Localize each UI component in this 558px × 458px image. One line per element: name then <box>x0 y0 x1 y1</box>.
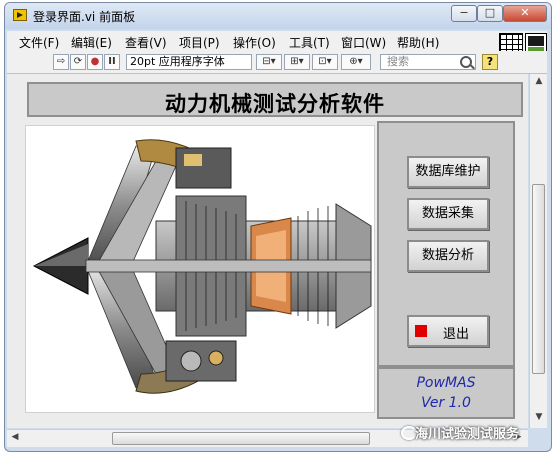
menu-help[interactable]: 帮助(H) <box>397 34 439 51</box>
align-objects-dropdown[interactable]: ⊟▾ <box>256 54 282 70</box>
engine-illustration-icon <box>32 139 372 394</box>
brand-panel: PowMAS Ver 1.0 <box>377 367 515 419</box>
vertical-scroll-thumb[interactable] <box>532 184 545 374</box>
menu-window[interactable]: 窗口(W) <box>341 34 386 51</box>
scroll-down-arrow-icon[interactable]: ▼ <box>533 412 545 424</box>
menu-file[interactable]: 文件(F) <box>19 34 59 51</box>
distribute-objects-dropdown[interactable]: ⊞▾ <box>284 54 310 70</box>
watermark-text: 海川试验测试服务 <box>415 427 520 442</box>
search-icon[interactable] <box>460 56 472 68</box>
vertical-scrollbar[interactable]: ▲ ▼ <box>529 74 547 428</box>
exit-label: 退出 <box>443 327 470 342</box>
run-continuously-button[interactable]: ⟳ <box>70 54 86 70</box>
menu-operate[interactable]: 操作(O) <box>233 34 276 51</box>
app-title: 动力机械测试分析软件 <box>165 92 385 116</box>
menu-tools[interactable]: 工具(T) <box>289 34 330 51</box>
menu-bar: 文件(F) 编辑(E) 查看(V) 项目(P) 操作(O) 工具(T) 窗口(W… <box>7 31 547 51</box>
title-bar[interactable]: 登录界面.vi 前面板 − □ ✕ <box>5 3 551 29</box>
turbofan-engine-image <box>25 125 375 413</box>
exit-button[interactable]: 退出 <box>407 315 489 347</box>
minimize-button[interactable]: − <box>451 5 477 22</box>
horizontal-scroll-thumb[interactable] <box>112 432 370 445</box>
search-input[interactable]: 搜索 <box>380 54 476 70</box>
data-analysis-button[interactable]: 数据分析 <box>407 240 489 272</box>
data-acquisition-button[interactable]: 数据采集 <box>407 198 489 230</box>
font-selector[interactable]: 20pt 应用程序字体 <box>126 54 252 70</box>
maximize-button[interactable]: □ <box>477 5 503 22</box>
stop-icon <box>415 325 427 337</box>
vi-window: 登录界面.vi 前面板 − □ ✕ 文件(F) 编辑(E) 查看(V) 项目(P… <box>4 2 552 452</box>
reorder-dropdown[interactable]: ⊕▾ <box>341 54 371 70</box>
db-maintenance-button[interactable]: 数据库维护 <box>407 156 489 188</box>
help-icon[interactable]: ? <box>482 54 498 70</box>
labview-vi-icon <box>13 9 27 21</box>
menu-project[interactable]: 项目(P) <box>179 34 220 51</box>
menu-edit[interactable]: 编辑(E) <box>71 34 112 51</box>
toolbar: ⇨ ⟳ ● II 20pt 应用程序字体 ⊟▾ ⊞▾ ⊡▾ ⊕▾ 搜索 ? <box>7 51 547 74</box>
menu-view[interactable]: 查看(V) <box>125 34 167 51</box>
brand-version: Ver 1.0 <box>421 395 471 411</box>
abort-button[interactable]: ● <box>87 54 103 70</box>
scroll-left-arrow-icon[interactable]: ◀ <box>9 432 21 444</box>
brand-name: PowMAS <box>416 375 476 391</box>
close-button[interactable]: ✕ <box>503 5 547 22</box>
scroll-up-arrow-icon[interactable]: ▲ <box>533 76 545 88</box>
pause-button[interactable]: II <box>104 54 120 70</box>
navigation-panel: 数据库维护 数据采集 数据分析 退出 <box>377 121 515 367</box>
run-button[interactable]: ⇨ <box>53 54 69 70</box>
window-title: 登录界面.vi 前面板 <box>33 10 136 24</box>
title-panel: 动力机械测试分析软件 <box>27 82 523 117</box>
search-placeholder: 搜索 <box>387 55 409 68</box>
resize-objects-dropdown[interactable]: ⊡▾ <box>312 54 338 70</box>
